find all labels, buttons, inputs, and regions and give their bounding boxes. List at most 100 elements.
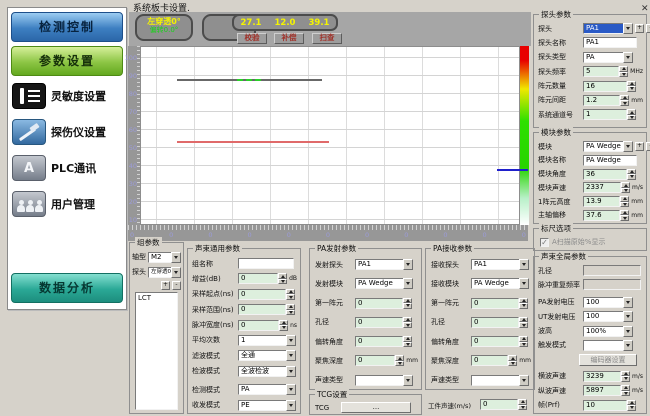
spinner[interactable]	[395, 355, 404, 366]
chevron-down-icon[interactable]	[286, 400, 296, 411]
probe-type-select[interactable]: PA	[583, 52, 633, 63]
chevron-down-icon[interactable]	[286, 335, 296, 346]
wedge-select[interactable]: PA Wedge	[583, 141, 633, 152]
spinner[interactable]	[620, 210, 629, 221]
spinner[interactable]	[403, 317, 412, 328]
trigger-mode-select[interactable]	[583, 340, 633, 351]
chevron-down-icon[interactable]	[403, 375, 413, 386]
spinner[interactable]	[627, 400, 636, 411]
tx-aperture-input[interactable]: 0	[355, 317, 403, 328]
rx-velocity-type-select[interactable]	[471, 375, 529, 386]
longitudinal-velocity-input[interactable]: 5897	[583, 385, 621, 396]
add-group-button[interactable]: +	[161, 281, 170, 290]
chevron-down-icon[interactable]	[286, 384, 296, 395]
tx-first-element-input[interactable]: 0	[355, 298, 403, 309]
tx-wedge-select[interactable]: PA Wedge	[355, 278, 413, 289]
pulse-width-input[interactable]: 0	[238, 320, 279, 331]
chevron-down-icon[interactable]	[403, 278, 413, 289]
spinner[interactable]	[621, 385, 630, 396]
filter-mode-select[interactable]: 全通	[238, 350, 296, 361]
rx-probe-select[interactable]: PA1	[471, 259, 529, 270]
spinner[interactable]	[621, 371, 630, 382]
wedge-angle-input[interactable]: 36	[583, 169, 627, 180]
remove-group-button[interactable]: -	[172, 281, 181, 290]
chevron-down-icon[interactable]	[623, 297, 633, 308]
chevron-down-icon[interactable]	[623, 326, 633, 337]
chevron-down-icon[interactable]	[623, 23, 633, 34]
rectify-mode-select[interactable]: 全波检波	[238, 366, 296, 377]
spinner[interactable]	[278, 273, 287, 284]
sidebar-button-detect-control[interactable]: 检测控制	[11, 12, 123, 42]
chevron-down-icon[interactable]	[623, 311, 633, 322]
spinner[interactable]	[403, 336, 412, 347]
spinner[interactable]	[518, 399, 527, 410]
spinner[interactable]	[519, 298, 528, 309]
ut-voltage-select[interactable]: 100	[583, 311, 633, 322]
average-count-select[interactable]: 1	[238, 335, 296, 346]
scan-plot-area[interactable]	[140, 46, 520, 225]
element-pitch-input[interactable]: 1.2	[583, 95, 620, 106]
rx-steer-angle-input[interactable]: 0	[471, 336, 519, 347]
group-probe-select[interactable]: 左穿透0°	[148, 267, 181, 278]
spinner[interactable]	[619, 66, 628, 77]
chevron-down-icon[interactable]	[286, 350, 296, 361]
rx-focus-depth-input[interactable]: 0	[471, 355, 508, 366]
compensate-button[interactable]: 补偿	[274, 33, 304, 44]
spinner[interactable]	[627, 169, 636, 180]
workpiece-velocity-input[interactable]: 0	[480, 399, 518, 410]
spinner[interactable]	[627, 81, 636, 92]
sidebar-item-flaw-detector[interactable]: 探伤仪设置	[12, 114, 124, 150]
spinner[interactable]	[627, 109, 636, 120]
tx-steer-angle-input[interactable]: 0	[355, 336, 403, 347]
chevron-down-icon[interactable]	[519, 278, 529, 289]
list-item[interactable]: LCT	[138, 294, 175, 302]
spinner[interactable]	[279, 320, 288, 331]
sidebar-item-users[interactable]: 用户管理	[12, 186, 124, 222]
gate-line-red[interactable]	[177, 141, 329, 143]
spinner[interactable]	[508, 355, 517, 366]
add-probe-button[interactable]: +	[635, 24, 644, 33]
encoder-settings-button[interactable]: 编码器设置	[579, 354, 637, 366]
group-name-input[interactable]	[238, 258, 294, 269]
sidebar-item-plc[interactable]: PLC通讯	[12, 150, 124, 186]
element-count-input[interactable]: 16	[583, 81, 627, 92]
sidebar-button-data-analysis[interactable]: 数据分析	[11, 273, 123, 303]
shear-velocity-input[interactable]: 3239	[583, 371, 621, 382]
ascan-scale-checkbox[interactable]: ✓	[540, 238, 549, 247]
txrx-mode-select[interactable]: PE	[238, 400, 296, 411]
remove-wedge-button[interactable]: -	[646, 142, 650, 151]
rx-aperture-input[interactable]: 0	[471, 317, 519, 328]
chevron-down-icon[interactable]	[519, 259, 529, 270]
gate-line-blue[interactable]	[497, 169, 528, 171]
spinner[interactable]	[620, 95, 629, 106]
sample-start-input[interactable]: 0	[238, 289, 286, 300]
probe-name-input[interactable]: PA1	[583, 37, 637, 48]
chevron-down-icon[interactable]	[623, 52, 633, 63]
element-height-input[interactable]: 13.9	[583, 196, 620, 207]
axis-offset-input[interactable]: 37.6	[583, 210, 620, 221]
frame-prf-input[interactable]: 10	[583, 400, 627, 411]
active-probe-button[interactable]: 左穿透0° 偏转0.0°	[135, 14, 193, 41]
tx-focus-depth-input[interactable]: 0	[355, 355, 395, 366]
probe-select[interactable]: PA1	[583, 23, 633, 34]
spinner[interactable]	[519, 317, 528, 328]
chevron-down-icon[interactable]	[286, 366, 296, 377]
wedge-velocity-input[interactable]: 2337	[583, 182, 621, 193]
spinner[interactable]	[403, 298, 412, 309]
detect-mode-select[interactable]: PA	[238, 384, 296, 395]
spinner[interactable]	[621, 182, 630, 193]
remove-probe-button[interactable]: -	[646, 24, 650, 33]
sample-range-input[interactable]: 0	[238, 304, 286, 315]
probe-frequency-input[interactable]: 5	[583, 66, 619, 77]
chevron-down-icon[interactable]	[519, 375, 529, 386]
rx-first-element-input[interactable]: 0	[471, 298, 519, 309]
wave-height-select[interactable]: 100%	[583, 326, 633, 337]
tcg-edit-button[interactable]: ...	[341, 402, 411, 413]
spinner[interactable]	[519, 336, 528, 347]
spinner[interactable]	[620, 196, 629, 207]
chevron-down-icon[interactable]	[403, 259, 413, 270]
tx-probe-select[interactable]: PA1	[355, 259, 413, 270]
calibrate-button[interactable]: 校验	[237, 33, 267, 44]
pa-voltage-select[interactable]: 100	[583, 297, 633, 308]
system-channel-input[interactable]: 1	[583, 109, 627, 120]
